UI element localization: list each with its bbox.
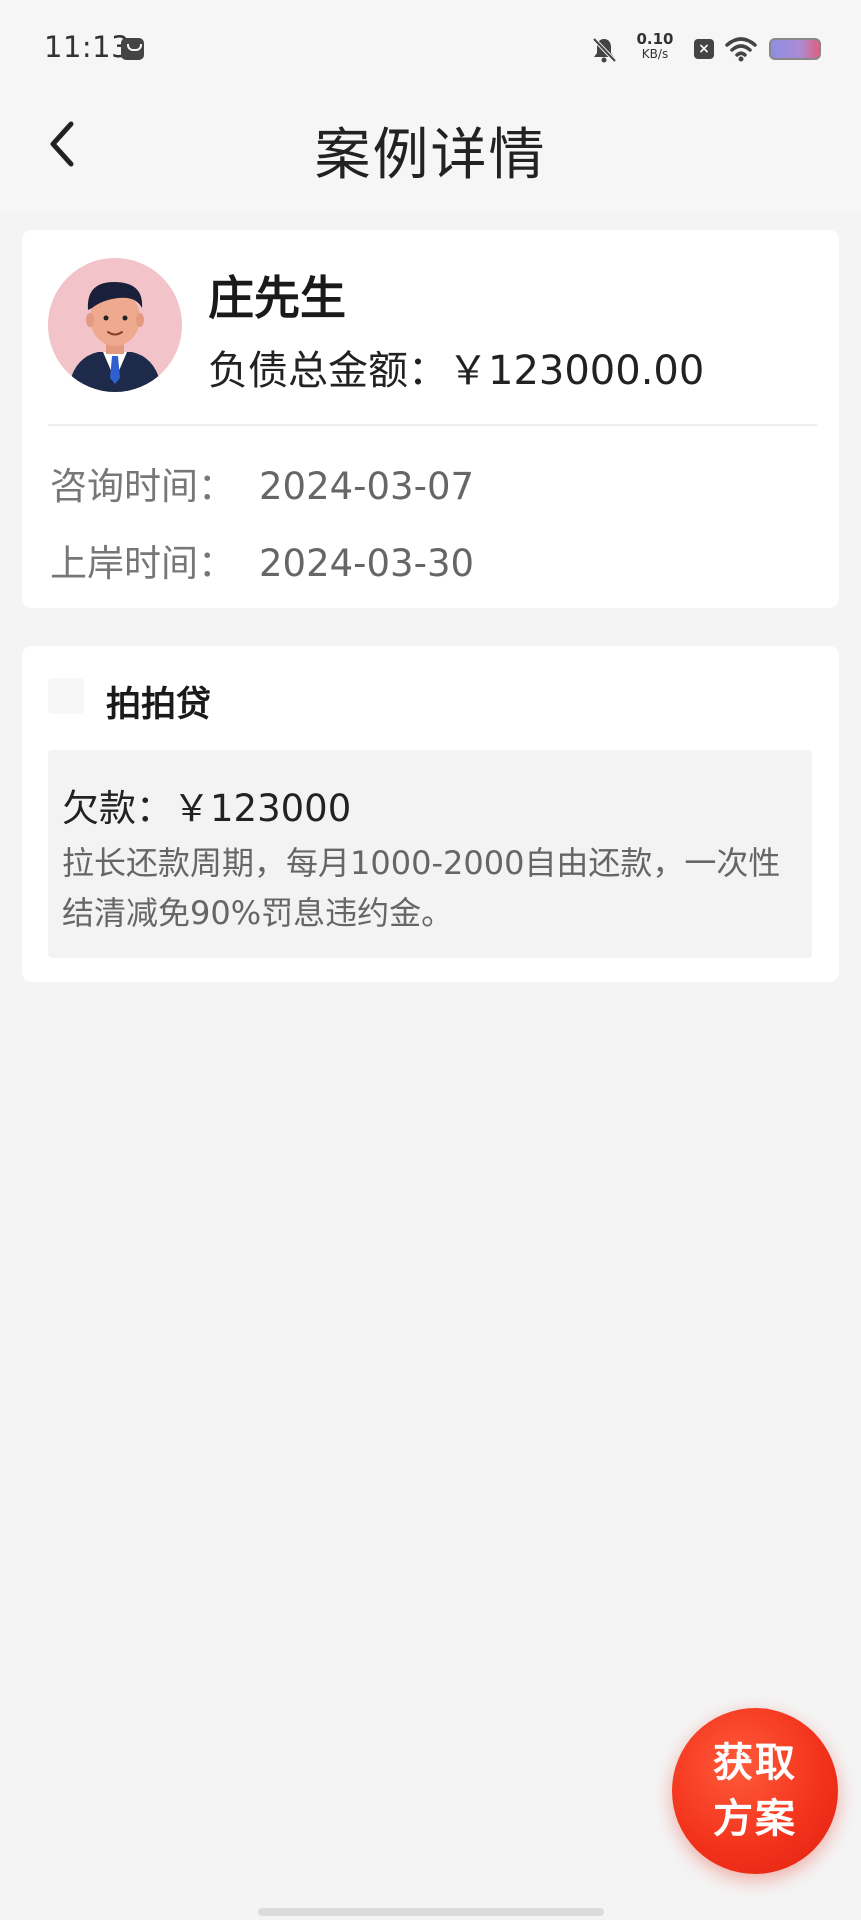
loan-platform-name: 拍拍贷 — [106, 685, 212, 725]
consult-time-row: 咨询时间： 2024-03-07 — [50, 456, 474, 510]
consult-time-label: 咨询时间： — [50, 465, 235, 508]
get-plan-button[interactable]: 获取 方案 — [672, 1708, 838, 1874]
network-speed-value: 0.10 — [636, 30, 674, 48]
home-indicator[interactable] — [258, 1908, 604, 1916]
mute-bell-icon — [592, 37, 617, 63]
get-plan-button-line1: 获取 — [713, 1740, 797, 1786]
consult-time-value: 2024-03-07 — [259, 465, 475, 508]
avatar — [48, 258, 182, 392]
loan-detail-box: 欠款：￥123000 拉长还款周期，每月1000-2000自由还款，一次性结清减… — [48, 750, 812, 958]
loan-plan-description: 拉长还款周期，每月1000-2000自由还款，一次性结清减免90%罚息违约金。 — [62, 844, 781, 932]
total-debt-label: 负债总金额： — [208, 348, 448, 394]
header: 案例详情 — [0, 100, 861, 210]
loan-amount: 欠款：￥123000 — [62, 778, 351, 832]
status-time: 11:13 — [44, 30, 131, 64]
landing-time-row: 上岸时间： 2024-03-30 — [50, 533, 474, 587]
network-speed-unit: KB/s — [641, 47, 669, 61]
get-plan-button-line2: 方案 — [713, 1796, 797, 1842]
page-title: 案例详情 — [314, 123, 547, 188]
status-bar: 11:13 0.10 KB/s × — [0, 0, 861, 100]
divider — [48, 424, 817, 426]
loan-amount-label: 欠款： — [62, 787, 173, 830]
loan-platform-logo — [48, 678, 84, 714]
network-speed: 0.10 KB/s — [630, 32, 680, 62]
landing-time-label: 上岸时间： — [50, 542, 235, 585]
avatar-illustration — [48, 258, 182, 392]
profile-card: 庄先生 负债总金额：￥123000.00 咨询时间： 2024-03-07 上岸时… — [22, 230, 839, 608]
total-debt: 负债总金额：￥123000.00 — [208, 338, 704, 396]
total-debt-amount: ￥123000.00 — [448, 348, 705, 394]
case-detail-page: 11:13 0.10 KB/s × 案例详情 庄先生 负债总金额：￥123000… — [0, 0, 861, 1920]
close-box-icon: × — [694, 39, 714, 59]
landing-time-value: 2024-03-30 — [259, 542, 475, 585]
loan-amount-value: ￥123000 — [173, 787, 352, 830]
status-icons: 0.10 KB/s × — [561, 32, 821, 68]
loan-card: 拍拍贷 欠款：￥123000 拉长还款周期，每月1000-2000自由还款，一次… — [22, 646, 839, 982]
person-name: 庄先生 — [208, 271, 346, 325]
battery-icon — [769, 38, 821, 60]
message-icon — [121, 38, 144, 60]
wifi-icon — [725, 37, 757, 62]
